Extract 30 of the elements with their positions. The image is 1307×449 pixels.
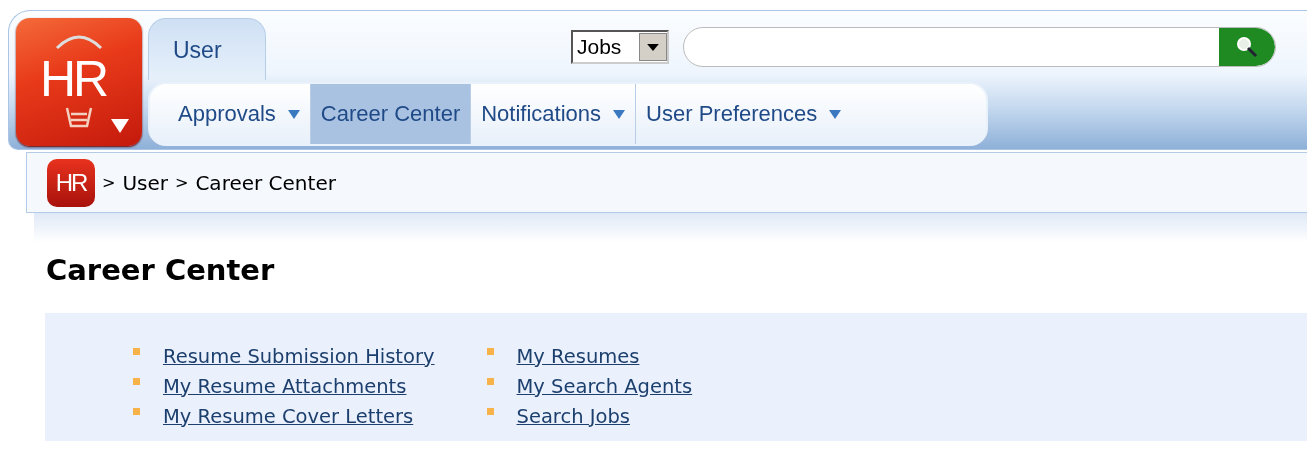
nav-menu-item[interactable]: User Preferences xyxy=(636,84,852,144)
career-link[interactable]: My Resume Attachments xyxy=(163,374,407,398)
bullet-icon xyxy=(133,407,140,415)
hr-logo[interactable]: HR xyxy=(47,158,95,207)
hr-logo[interactable]: HR xyxy=(16,18,142,146)
search-button[interactable] xyxy=(1219,28,1275,66)
nav-menu-item[interactable]: Notifications xyxy=(471,84,637,144)
bullet-icon xyxy=(486,407,494,415)
search-icon xyxy=(1235,35,1259,59)
bullet-icon xyxy=(486,347,494,355)
logo-text: HR xyxy=(40,54,107,104)
scope-dropdown[interactable]: Jobs xyxy=(571,30,669,64)
bullet-icon xyxy=(486,377,494,385)
nav-menu-item[interactable]: Approvals xyxy=(164,84,311,144)
tab[interactable]: User xyxy=(148,18,266,80)
page-heading: Career Center xyxy=(46,253,276,287)
bullet-icon xyxy=(133,377,140,385)
nav-menu-item[interactable]: Career Center xyxy=(310,84,472,144)
breadcrumb-separator: > xyxy=(102,173,116,192)
career-link[interactable]: My Search Agents xyxy=(516,374,693,398)
search-field[interactable] xyxy=(683,27,1276,67)
caret-icon[interactable] xyxy=(110,118,130,134)
breadcrumb-separator: > xyxy=(175,173,189,192)
bullet-icon xyxy=(133,347,140,355)
career-link[interactable]: Resume Submission History xyxy=(163,344,435,368)
career-link[interactable]: My Resume Cover Letters xyxy=(163,404,414,428)
career-link[interactable]: My Resumes xyxy=(516,344,640,368)
breadcrumb-link[interactable]: Career Center xyxy=(195,170,336,195)
career-link[interactable]: Search Jobs xyxy=(516,404,630,428)
breadcrumb-link[interactable]: User xyxy=(122,170,168,195)
